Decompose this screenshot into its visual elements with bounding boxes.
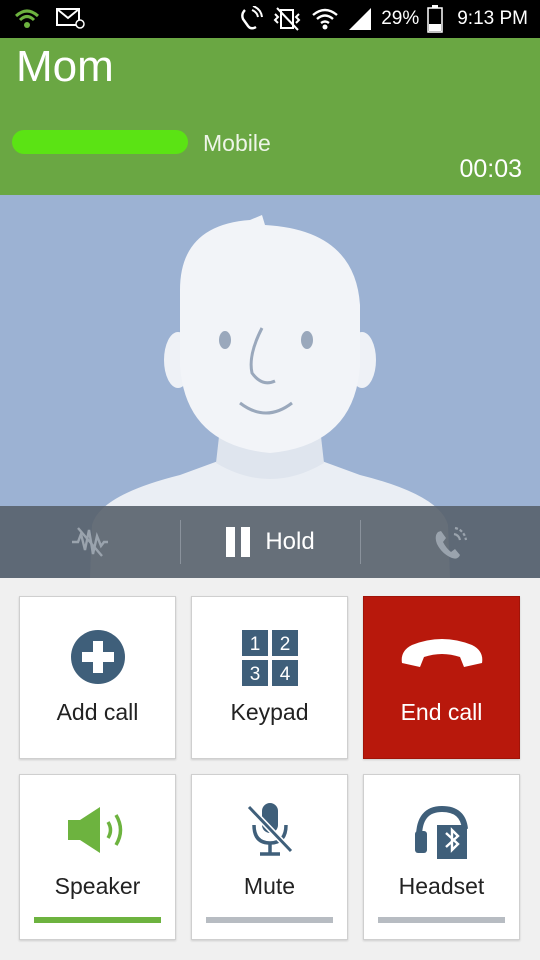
call-timer: 00:03 xyxy=(459,155,522,183)
call-action-grid: Add call 1 2 3 4 Keypad End call Speaker… xyxy=(0,578,540,960)
headset-label: Headset xyxy=(398,873,485,899)
signal-icon xyxy=(349,8,372,30)
hang-up-phone-icon xyxy=(401,639,482,667)
contact-header: Mom Mobile 00:03 xyxy=(0,38,540,195)
extra-volume-icon xyxy=(435,526,468,559)
end-call-label: End call xyxy=(400,699,483,725)
speaker-button[interactable]: Speaker xyxy=(19,774,176,940)
keypad-label: Keypad xyxy=(230,699,309,725)
add-call-label: Add call xyxy=(56,699,139,725)
plus-circle-icon xyxy=(70,630,125,684)
redacted-phone-number xyxy=(12,130,188,154)
wifi-call-icon xyxy=(14,9,40,28)
keypad-digit: 2 xyxy=(279,634,290,655)
noise-reduction-button[interactable] xyxy=(40,506,140,578)
battery-percent: 29% xyxy=(381,8,420,29)
strip-divider xyxy=(360,520,361,564)
status-bar: 29% 9:13 PM xyxy=(0,0,540,38)
nfc-icon xyxy=(241,6,264,30)
strip-divider xyxy=(180,520,181,564)
bluetooth-headset-icon xyxy=(414,805,468,859)
mute-label: Mute xyxy=(243,873,296,899)
mute-indicator xyxy=(206,917,333,923)
contact-name: Mom xyxy=(16,42,114,91)
extra-volume-button[interactable] xyxy=(400,506,500,578)
end-call-button[interactable]: End call xyxy=(363,596,520,759)
hold-label: Hold xyxy=(265,528,315,555)
headset-indicator xyxy=(378,917,505,923)
wifi-icon xyxy=(312,8,338,30)
mute-button[interactable]: Mute xyxy=(191,774,348,940)
in-call-control-strip: Hold xyxy=(0,506,540,578)
clock: 9:13 PM xyxy=(457,8,528,29)
speaker-active-indicator xyxy=(34,917,161,923)
keypad-digit: 4 xyxy=(279,664,290,685)
keypad-digit: 3 xyxy=(249,664,260,685)
add-call-button[interactable]: Add call xyxy=(19,596,176,759)
keypad-button[interactable]: 1 2 3 4 Keypad xyxy=(191,596,348,759)
phone-type-label: Mobile xyxy=(203,130,271,156)
noise-reduction-icon xyxy=(72,527,108,557)
pause-icon xyxy=(226,527,251,557)
vibrate-off-icon xyxy=(273,7,301,31)
speaker-label: Speaker xyxy=(54,873,141,899)
email-icon xyxy=(56,8,85,29)
speaker-icon xyxy=(67,807,122,853)
headset-button[interactable]: Headset xyxy=(363,774,520,940)
battery-icon xyxy=(427,5,443,33)
mute-mic-icon xyxy=(246,803,293,856)
keypad-icon: 1 2 3 4 xyxy=(241,630,298,686)
hold-button[interactable]: Hold xyxy=(200,506,340,578)
keypad-digit: 1 xyxy=(249,634,260,655)
